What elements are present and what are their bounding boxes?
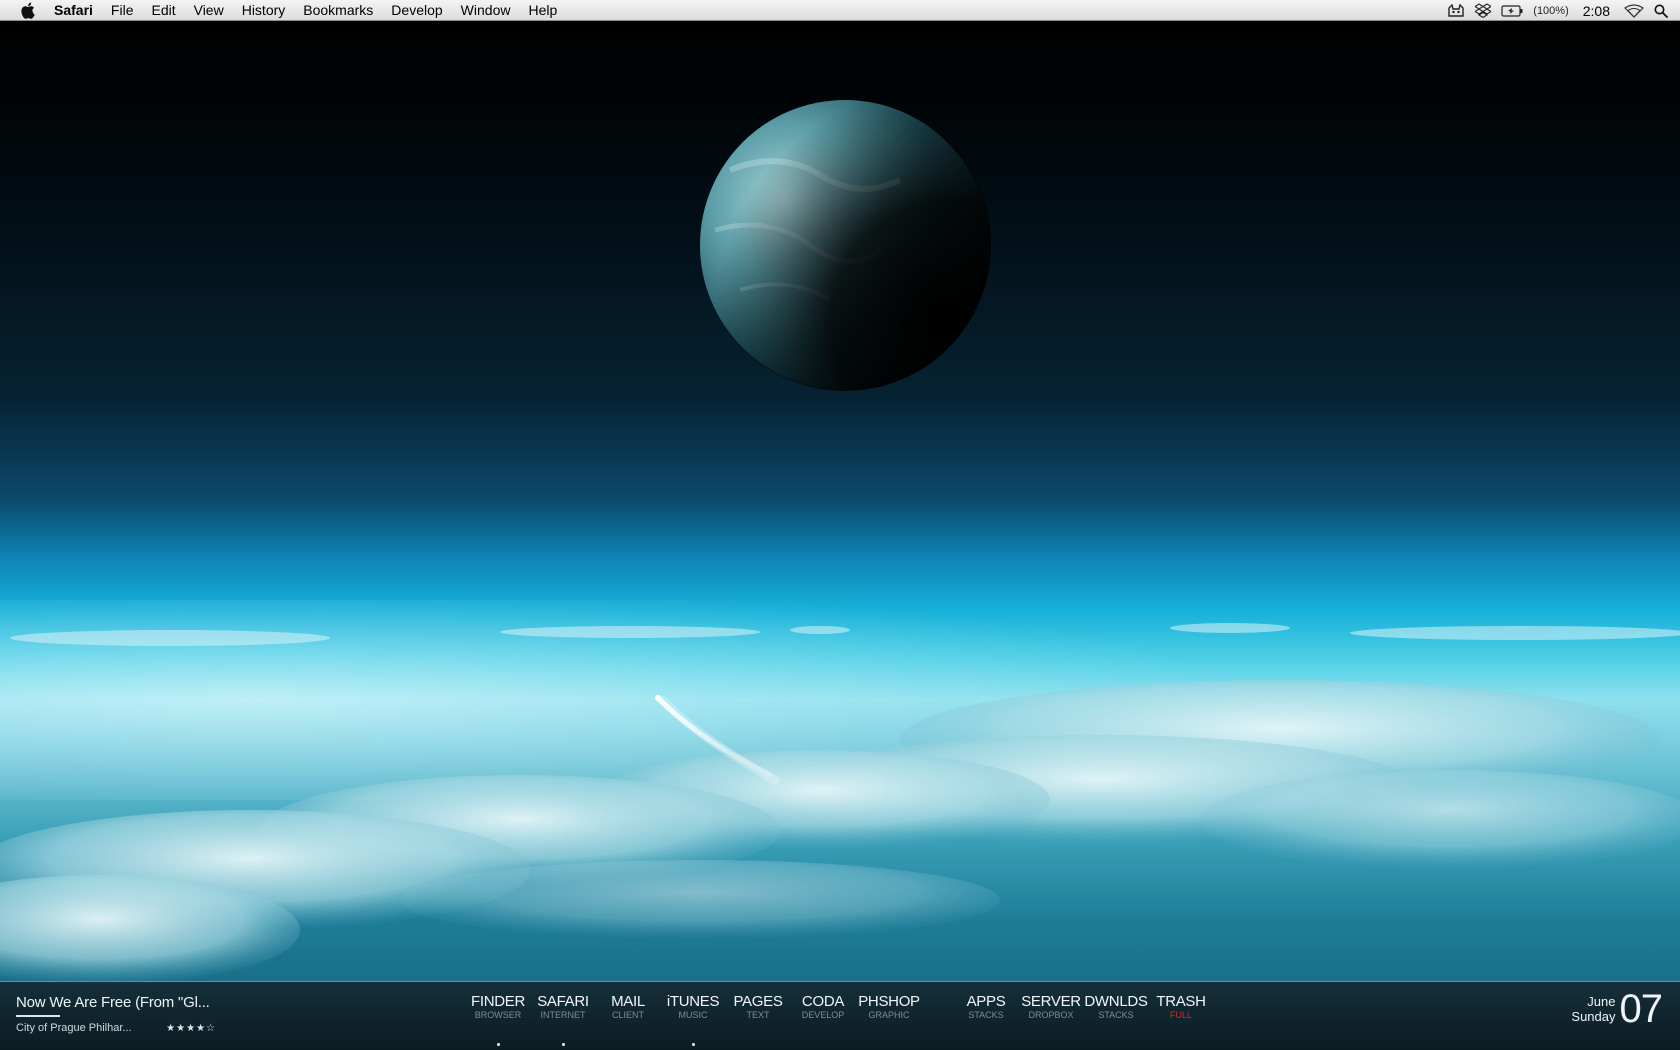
menu-edit[interactable]: Edit bbox=[142, 0, 184, 21]
dock-item-label: PAGES bbox=[733, 993, 783, 1010]
now-playing-rating[interactable]: ★★★★☆ bbox=[166, 1023, 216, 1034]
dock-item-trash[interactable]: TRASH FULL bbox=[1146, 993, 1216, 1021]
dock-item-label: SAFARI bbox=[537, 993, 589, 1010]
dock-item-apps[interactable]: APPS STACKS bbox=[951, 993, 1021, 1021]
desktop-wallpaper bbox=[0, 0, 1680, 1050]
running-indicator-itunes bbox=[691, 1043, 695, 1046]
battery-percent: (100%) bbox=[1533, 4, 1569, 17]
now-playing-details: City of Prague Philhar... ★★★★☆ bbox=[16, 1022, 216, 1034]
now-playing-artist: City of Prague Philhar... bbox=[16, 1022, 132, 1034]
dock-item-label: APPS bbox=[966, 993, 1006, 1010]
dock-item-sublabel: TEXT bbox=[746, 1010, 770, 1020]
menu-bar: Safari File Edit View History Bookmarks … bbox=[0, 0, 1680, 21]
dock-item-sublabel: MUSIC bbox=[678, 1010, 708, 1020]
date-day: 07 bbox=[1619, 987, 1663, 1031]
dock-item-sublabel: STACKS bbox=[968, 1010, 1004, 1020]
dropbox-icon[interactable] bbox=[1475, 0, 1492, 21]
running-indicator-finder bbox=[496, 1043, 500, 1046]
date-text: June Sunday bbox=[1571, 994, 1615, 1030]
dock-item-pages[interactable]: PAGES TEXT bbox=[723, 993, 793, 1021]
dock-item-downloads[interactable]: DWNLDS STACKS bbox=[1081, 993, 1151, 1021]
dock-item-mail[interactable]: MAIL CLIENT bbox=[593, 993, 663, 1021]
desktop: Safari File Edit View History Bookmarks … bbox=[0, 0, 1680, 1050]
menu-develop[interactable]: Develop bbox=[382, 0, 451, 21]
menu-window[interactable]: Window bbox=[452, 0, 520, 21]
dock-item-sublabel: GRAPHIC bbox=[868, 1010, 910, 1020]
date-weekday: Sunday bbox=[1571, 1009, 1616, 1024]
spotlight-search-icon[interactable] bbox=[1654, 0, 1668, 21]
planet bbox=[699, 99, 991, 391]
dock-item-sublabel: CLIENT bbox=[611, 1010, 644, 1020]
dock-item-sublabel: DROPBOX bbox=[1028, 1010, 1074, 1020]
running-indicator-safari bbox=[561, 1043, 565, 1046]
menu-bar-status-area: (100%) 2:08 bbox=[1447, 0, 1668, 21]
menu-help[interactable]: Help bbox=[519, 0, 566, 21]
dock-item-label: MAIL bbox=[611, 993, 645, 1010]
menu-history[interactable]: History bbox=[233, 0, 295, 21]
now-playing-title: Now We Are Free (From "Gl... bbox=[16, 994, 210, 1011]
battery-icon[interactable] bbox=[1501, 0, 1523, 21]
dock-item-finder[interactable]: FINDER BROWSER bbox=[463, 993, 533, 1021]
dock-item-label: FINDER bbox=[470, 993, 526, 1010]
bottom-dock-bar: Now We Are Free (From "Gl... City of Pra… bbox=[0, 981, 1680, 1050]
cat-icon[interactable] bbox=[1447, 0, 1465, 21]
menu-file[interactable]: File bbox=[102, 0, 143, 21]
wifi-icon[interactable] bbox=[1624, 0, 1644, 21]
dock-item-sublabel: FULL bbox=[1169, 1010, 1192, 1020]
menu-bar-clock[interactable]: 2:08 bbox=[1583, 3, 1610, 19]
dock-item-label: SERVER bbox=[1021, 993, 1081, 1010]
dock-item-coda[interactable]: CODA DEVELOP bbox=[788, 993, 858, 1021]
date-month: June bbox=[1587, 994, 1616, 1009]
menu-view[interactable]: View bbox=[185, 0, 233, 21]
menu-app-name[interactable]: Safari bbox=[54, 0, 102, 21]
dock-item-photoshop[interactable]: PHSHOP GRAPHIC bbox=[854, 993, 924, 1021]
apple-icon[interactable] bbox=[18, 1, 36, 19]
menu-bookmarks[interactable]: Bookmarks bbox=[294, 0, 382, 21]
date-widget: June Sunday 07 bbox=[1571, 987, 1663, 1031]
dock-item-label: TRASH bbox=[1156, 993, 1206, 1010]
dock-item-label: DWNLDS bbox=[1084, 993, 1148, 1010]
dock-item-sublabel: INTERNET bbox=[540, 1010, 586, 1020]
wallpaper-scene bbox=[0, 99, 1680, 985]
dock-item-label: PHSHOP bbox=[858, 993, 920, 1010]
dock-item-label: CODA bbox=[801, 993, 845, 1010]
dock-item-server[interactable]: SERVER DROPBOX bbox=[1016, 993, 1086, 1021]
now-playing-progress bbox=[16, 1015, 60, 1017]
dock-item-safari[interactable]: SAFARI INTERNET bbox=[528, 993, 598, 1021]
dock-item-sublabel: DEVELOP bbox=[801, 1010, 845, 1020]
dock-item-sublabel: STACKS bbox=[1098, 1010, 1134, 1020]
dock-item-sublabel: BROWSER bbox=[474, 1010, 522, 1020]
dock-item-label: iTUNES bbox=[666, 993, 720, 1010]
dock-item-itunes[interactable]: iTUNES MUSIC bbox=[658, 993, 728, 1021]
now-playing-widget[interactable]: Now We Are Free (From "Gl... City of Pra… bbox=[16, 994, 226, 1034]
